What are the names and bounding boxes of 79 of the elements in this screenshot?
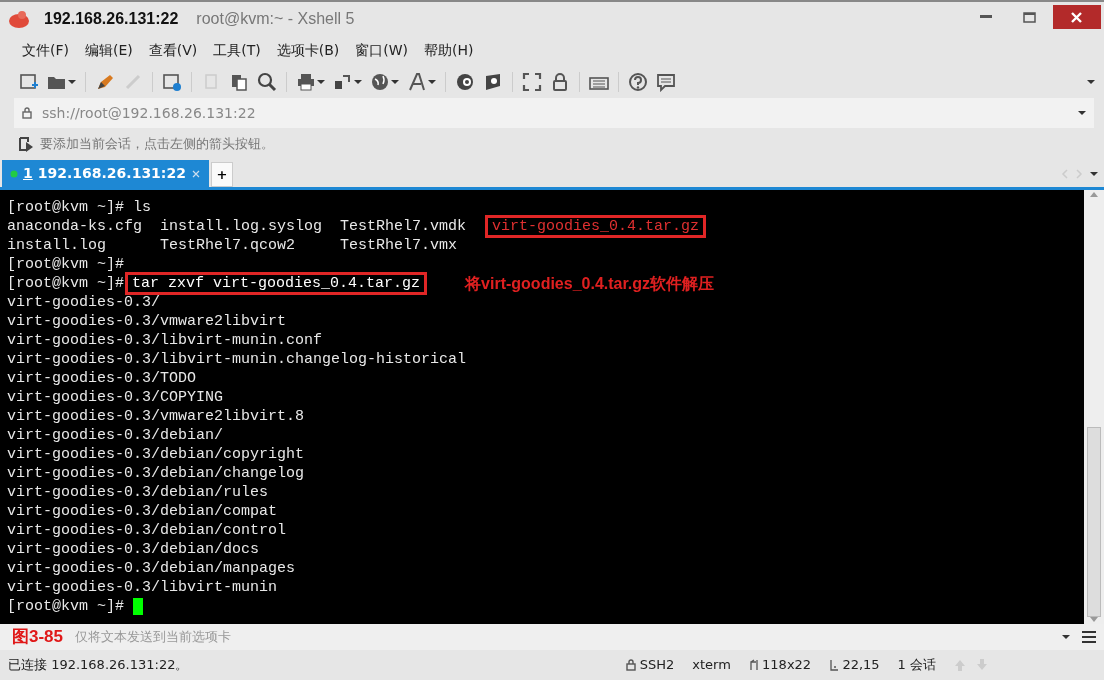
terminal-line: [root@kvm ~]# [7, 255, 125, 274]
lock-icon [626, 659, 637, 671]
font-icon [407, 71, 427, 92]
hint-text: 要添加当前会话，点击左侧的箭头按钮。 [40, 135, 274, 154]
status-text: 已连接 192.168.26.131:22。 [8, 656, 189, 675]
menu-item[interactable]: 窗口(W) [347, 37, 417, 63]
caret-icon [317, 79, 325, 84]
new-session-icon [19, 71, 39, 92]
caret-icon [391, 79, 399, 84]
terminal-line: virt-goodies-0.3/libvirt-munin.conf [7, 331, 323, 350]
minimize-icon [980, 15, 993, 20]
terminal-line: virt-goodies-0.3/debian/compat [7, 502, 278, 521]
close-icon [190, 168, 201, 179]
terminal-size-text: 118x22 [762, 656, 812, 675]
terminal-line: virt-goodies-0.3/vmware2libvirt.8 [7, 407, 305, 426]
terminal-line: virt-goodies-0.3/libvirt-munin.changelog-historical [7, 350, 467, 369]
chat-icon [656, 71, 676, 92]
highlighted-text: virt-goodies_0.4.tar.gz [485, 215, 707, 238]
terminal-line: virt-goodies-0.3/ [7, 293, 161, 312]
session-count-text: 1 会话 [897, 656, 936, 675]
maximize-icon [1023, 11, 1036, 23]
highlighted-text: tar zxvf virt-goodies_0.4.tar.gz [125, 272, 428, 295]
terminal-line: [root@kvm ~]# [7, 597, 125, 616]
menu-item[interactable]: 工具(T) [205, 37, 269, 63]
send-text-bar[interactable]: 图3-85 仅将文本发送到当前选项卡 [0, 624, 1104, 650]
new-tab-button[interactable]: + [210, 162, 233, 187]
terminal-line: [root@kvm ~]# [7, 274, 125, 293]
session-tab[interactable]: 1 192.168.26.131:22 [2, 160, 209, 187]
cursor [133, 598, 144, 615]
menu-icon[interactable] [1082, 631, 1096, 643]
help-icon [628, 71, 648, 92]
globe-icon [370, 71, 390, 92]
window-title: 192.168.26.131:22 [44, 8, 179, 29]
terminal-line: virt-goodies-0.3/COPYING [7, 388, 224, 407]
caret-icon [354, 79, 362, 84]
fullscreen-icon [522, 71, 542, 92]
search-icon [257, 71, 277, 92]
caret-icon [1086, 79, 1095, 84]
terminal-line: virt-goodies-0.3/debian/changelog [7, 464, 305, 483]
close-button[interactable] [1052, 5, 1101, 30]
terminal-line: virt-goodies-0.3/debian/rules [7, 483, 269, 502]
scroll-thumb[interactable] [1087, 427, 1101, 617]
menu-item[interactable]: 帮助(H) [416, 37, 482, 63]
menu-item[interactable]: 编辑(E) [77, 37, 141, 63]
window-subtitle: root@kvm:~ - Xshell 5 [196, 8, 355, 29]
annotation-text: 将virt-goodies_0.4.tar.gz软件解压 [465, 274, 714, 293]
menu-item[interactable]: 选项卡(B) [268, 37, 348, 63]
cursor-position-icon [829, 659, 840, 671]
terminal-line: virt-goodies-0.3/debian/docs [7, 540, 260, 559]
cursor-position-text: 22,15 [842, 656, 880, 675]
up-down-arrows-icon [954, 659, 988, 671]
settings-window-icon [162, 71, 182, 92]
arrow-icon [18, 136, 34, 152]
menu-item[interactable]: 文件(F) [14, 37, 77, 63]
terminal-line: virt-goodies-0.3/debian/control [7, 521, 287, 540]
terminal-line: install.log TestRhel7.qcow2 TestRhel7.vmx [7, 236, 458, 255]
figure-label: 图3-85 [12, 627, 64, 647]
lock-icon [22, 107, 32, 119]
menu-item[interactable]: 查看(V) [140, 37, 206, 63]
terminal-line: virt-goodies-0.3/TODO [7, 369, 197, 388]
terminal-type-text: xterm [692, 656, 731, 675]
app-logo-icon [8, 8, 30, 29]
printer-icon [296, 71, 316, 92]
terminal-line: virt-goodies-0.3/vmware2libvirt [7, 312, 287, 331]
caret-icon[interactable] [1062, 635, 1070, 639]
caret-icon[interactable] [1089, 171, 1098, 176]
terminal-line: virt-goodies-0.3/debian/manpages [7, 559, 296, 578]
close-icon [1071, 11, 1083, 23]
send-text-field[interactable]: 仅将文本发送到当前选项卡 [73, 626, 1062, 648]
lock-icon [550, 71, 570, 92]
terminal-line: [root@kvm ~]# ls [7, 198, 152, 217]
terminal-line: virt-goodies-0.3/debian/ [7, 426, 224, 445]
terminal-line: anaconda-ks.cfg install.log.syslog TestRhel7.vmdk [7, 217, 468, 236]
caret-icon [1078, 111, 1086, 115]
terminal-line: virt-goodies-0.3/libvirt-munin [7, 578, 278, 597]
protocol-text: SSH2 [639, 656, 675, 675]
caret-icon [428, 79, 436, 84]
caret-icon [68, 79, 76, 84]
terminal-line: virt-goodies-0.3/debian/copyright [7, 445, 305, 464]
